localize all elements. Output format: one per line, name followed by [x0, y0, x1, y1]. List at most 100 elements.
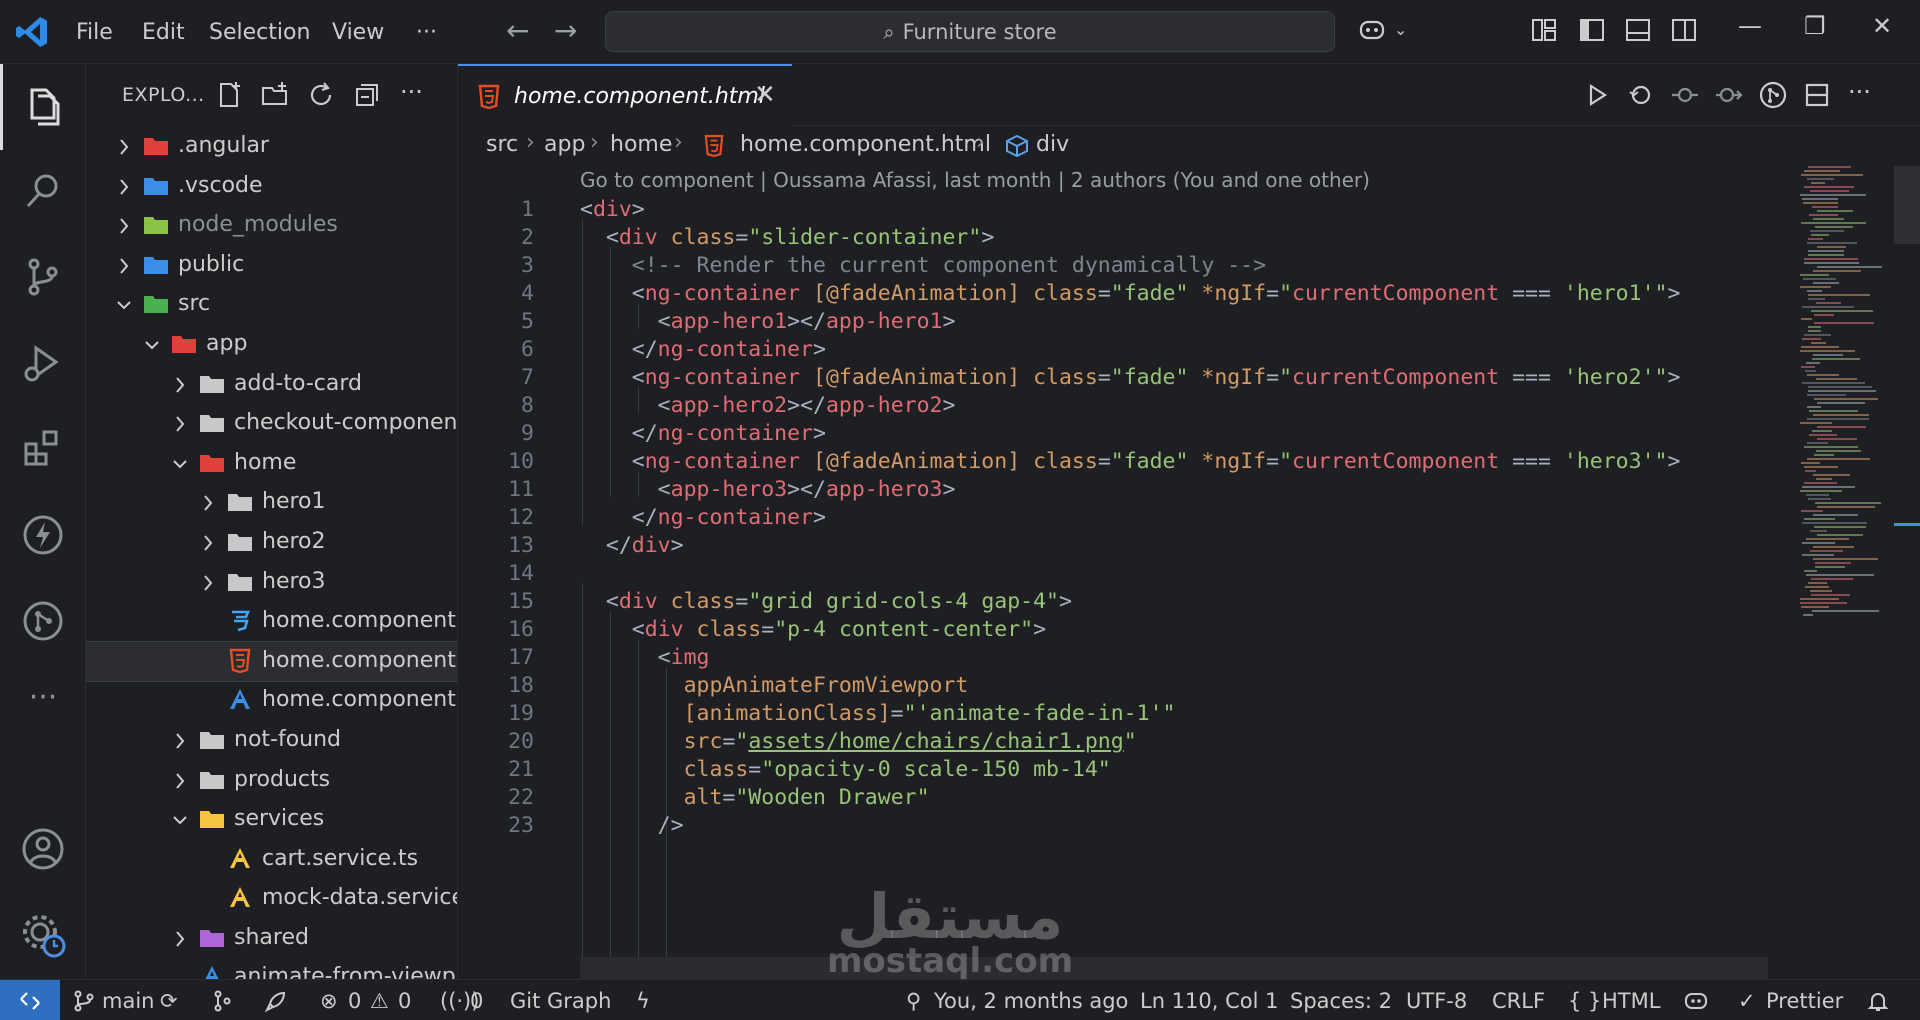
restore-icon[interactable]: ❐: [1804, 12, 1826, 40]
breadcrumb-app[interactable]: app: [544, 132, 585, 157]
chevron-right-icon[interactable]: [172, 929, 188, 949]
lightning-status-icon[interactable]: ϟ: [636, 989, 650, 1013]
minimize-icon[interactable]: —: [1738, 12, 1762, 40]
chevron-down-icon[interactable]: ⌄: [1394, 20, 1422, 48]
menu-edit[interactable]: Edit: [142, 20, 185, 45]
tree-item-home-component-css[interactable]: home.component.css: [86, 602, 457, 642]
chevron-right-icon[interactable]: [200, 533, 216, 553]
split-editor-icon[interactable]: [1802, 80, 1832, 110]
chevron-right-icon[interactable]: [116, 256, 132, 276]
codelens-blame[interactable]: Go to component | Oussama Afassi, last m…: [580, 168, 1370, 192]
chevron-down-icon[interactable]: [116, 295, 132, 315]
tab-home-component-html[interactable]: home.component.html ✕: [458, 64, 792, 126]
tree-item-home-component-ts[interactable]: home.component.ts: [86, 681, 457, 721]
back-arrow-icon[interactable]: ←: [506, 14, 529, 47]
breadcrumb-home[interactable]: home: [610, 132, 672, 157]
git-graph-status[interactable]: Git Graph: [510, 989, 611, 1013]
source-control-icon[interactable]: [18, 252, 68, 302]
tree-item-public[interactable]: public: [86, 246, 457, 286]
git-blame-status[interactable]: You, 2 months ago: [934, 989, 1128, 1013]
run-icon[interactable]: [1582, 80, 1612, 110]
vertical-scrollbar[interactable]: [1894, 166, 1920, 244]
warnings-icon[interactable]: ⚠: [370, 989, 389, 1013]
language-mode[interactable]: HTML: [1602, 989, 1660, 1013]
tree-item-animate-from-viewp-[interactable]: animate-from-viewp...: [86, 958, 457, 979]
open-changes-icon[interactable]: [1626, 80, 1656, 110]
copilot-icon[interactable]: [1358, 16, 1386, 44]
tree-item-hero2[interactable]: hero2: [86, 523, 457, 563]
chevron-right-icon[interactable]: [116, 216, 132, 236]
chevron-down-icon[interactable]: [172, 810, 188, 830]
breadcrumb-symbol[interactable]: div: [1036, 132, 1069, 157]
line-ending[interactable]: CRLF: [1492, 989, 1545, 1013]
tree-item--angular[interactable]: .angular: [86, 127, 457, 167]
next-change-icon[interactable]: [1714, 80, 1744, 110]
manage-gear-icon[interactable]: [18, 910, 68, 960]
rocket-icon[interactable]: [264, 989, 288, 1013]
lightning-extension-icon[interactable]: [18, 510, 68, 560]
chevron-right-icon[interactable]: [172, 731, 188, 751]
collapse-all-icon[interactable]: [352, 80, 382, 110]
tree-item-node-modules[interactable]: node_modules: [86, 206, 457, 246]
menu-view[interactable]: View: [332, 20, 384, 45]
toggle-secondary-sidebar-icon[interactable]: [1670, 16, 1698, 44]
explorer-icon[interactable]: [18, 82, 68, 132]
chevron-right-icon[interactable]: [200, 493, 216, 513]
tree-item-home[interactable]: home: [86, 444, 457, 484]
tree-item-hero3[interactable]: hero3: [86, 563, 457, 603]
search-sidebar-icon[interactable]: [18, 166, 68, 216]
new-folder-icon[interactable]: [260, 80, 290, 110]
editor-more-icon[interactable]: ···: [1848, 78, 1878, 108]
tree-item-cart-service-ts[interactable]: cart.service.ts: [86, 840, 457, 880]
tree-item-home-component-ht-[interactable]: home.component.ht...: [86, 640, 457, 683]
more-views-icon[interactable]: ···: [18, 680, 68, 730]
chevron-right-icon[interactable]: [172, 375, 188, 395]
encoding[interactable]: UTF-8: [1406, 989, 1467, 1013]
chevron-right-icon[interactable]: [116, 137, 132, 157]
warning-count[interactable]: 0: [398, 989, 411, 1013]
forward-arrow-icon[interactable]: →: [554, 14, 577, 47]
chevron-down-icon[interactable]: [172, 454, 188, 474]
tab-close-icon[interactable]: ✕: [754, 80, 776, 110]
remote-indicator[interactable]: [0, 980, 60, 1020]
tree-item-products[interactable]: products: [86, 761, 457, 801]
run-debug-icon[interactable]: [18, 338, 68, 388]
new-file-icon[interactable]: [214, 80, 244, 110]
copilot-status-icon[interactable]: [1684, 989, 1708, 1013]
error-count[interactable]: 0: [348, 989, 361, 1013]
tree-item-shared[interactable]: shared: [86, 919, 457, 959]
command-center-search[interactable]: ⌕ Furniture store: [605, 11, 1335, 52]
chevron-right-icon[interactable]: [200, 573, 216, 593]
git-lens-icon[interactable]: [1758, 80, 1788, 110]
menu-more[interactable]: ···: [416, 20, 437, 45]
tree-item-checkout-component[interactable]: checkout-component: [86, 404, 457, 444]
prettier-status[interactable]: Prettier: [1766, 989, 1843, 1013]
breadcrumb-src[interactable]: src: [486, 132, 518, 157]
tree-item-add-to-card[interactable]: add-to-card: [86, 365, 457, 405]
errors-icon[interactable]: ⊗: [320, 989, 338, 1013]
cursor-position[interactable]: Ln 110, Col 1: [1140, 989, 1279, 1013]
customize-layout-icon[interactable]: [1530, 16, 1558, 44]
accounts-icon[interactable]: [18, 824, 68, 874]
toggle-sidebar-icon[interactable]: [1578, 16, 1606, 44]
chevron-right-icon[interactable]: [172, 414, 188, 434]
refresh-icon[interactable]: [306, 80, 336, 110]
tree-item--vscode[interactable]: .vscode: [86, 167, 457, 207]
ports-count[interactable]: 0: [470, 989, 483, 1013]
tree-item-services[interactable]: services: [86, 800, 457, 840]
chevron-down-icon[interactable]: [144, 335, 160, 355]
minimap[interactable]: [1798, 166, 1898, 626]
gitlens-icon[interactable]: [210, 989, 234, 1013]
previous-change-icon[interactable]: [1670, 80, 1700, 110]
tree-item-hero1[interactable]: hero1: [86, 483, 457, 523]
menu-file[interactable]: File: [76, 20, 113, 45]
git-branch[interactable]: main: [102, 989, 154, 1013]
code-editor[interactable]: 1 2 3 4 5 6 7 8 9 10 11 12 13 14 15 16 17 18 19 20 21 22 23 <d…: [458, 197, 1768, 979]
toggle-panel-icon[interactable]: [1624, 16, 1652, 44]
chevron-right-icon[interactable]: [116, 177, 132, 197]
tree-item-mock-data-service-ts[interactable]: mock-data.service.ts: [86, 879, 457, 919]
git-graph-icon[interactable]: [18, 596, 68, 646]
extensions-icon[interactable]: [18, 424, 68, 474]
close-window-icon[interactable]: ✕: [1872, 12, 1892, 40]
notifications-bell-icon[interactable]: [1866, 989, 1890, 1013]
